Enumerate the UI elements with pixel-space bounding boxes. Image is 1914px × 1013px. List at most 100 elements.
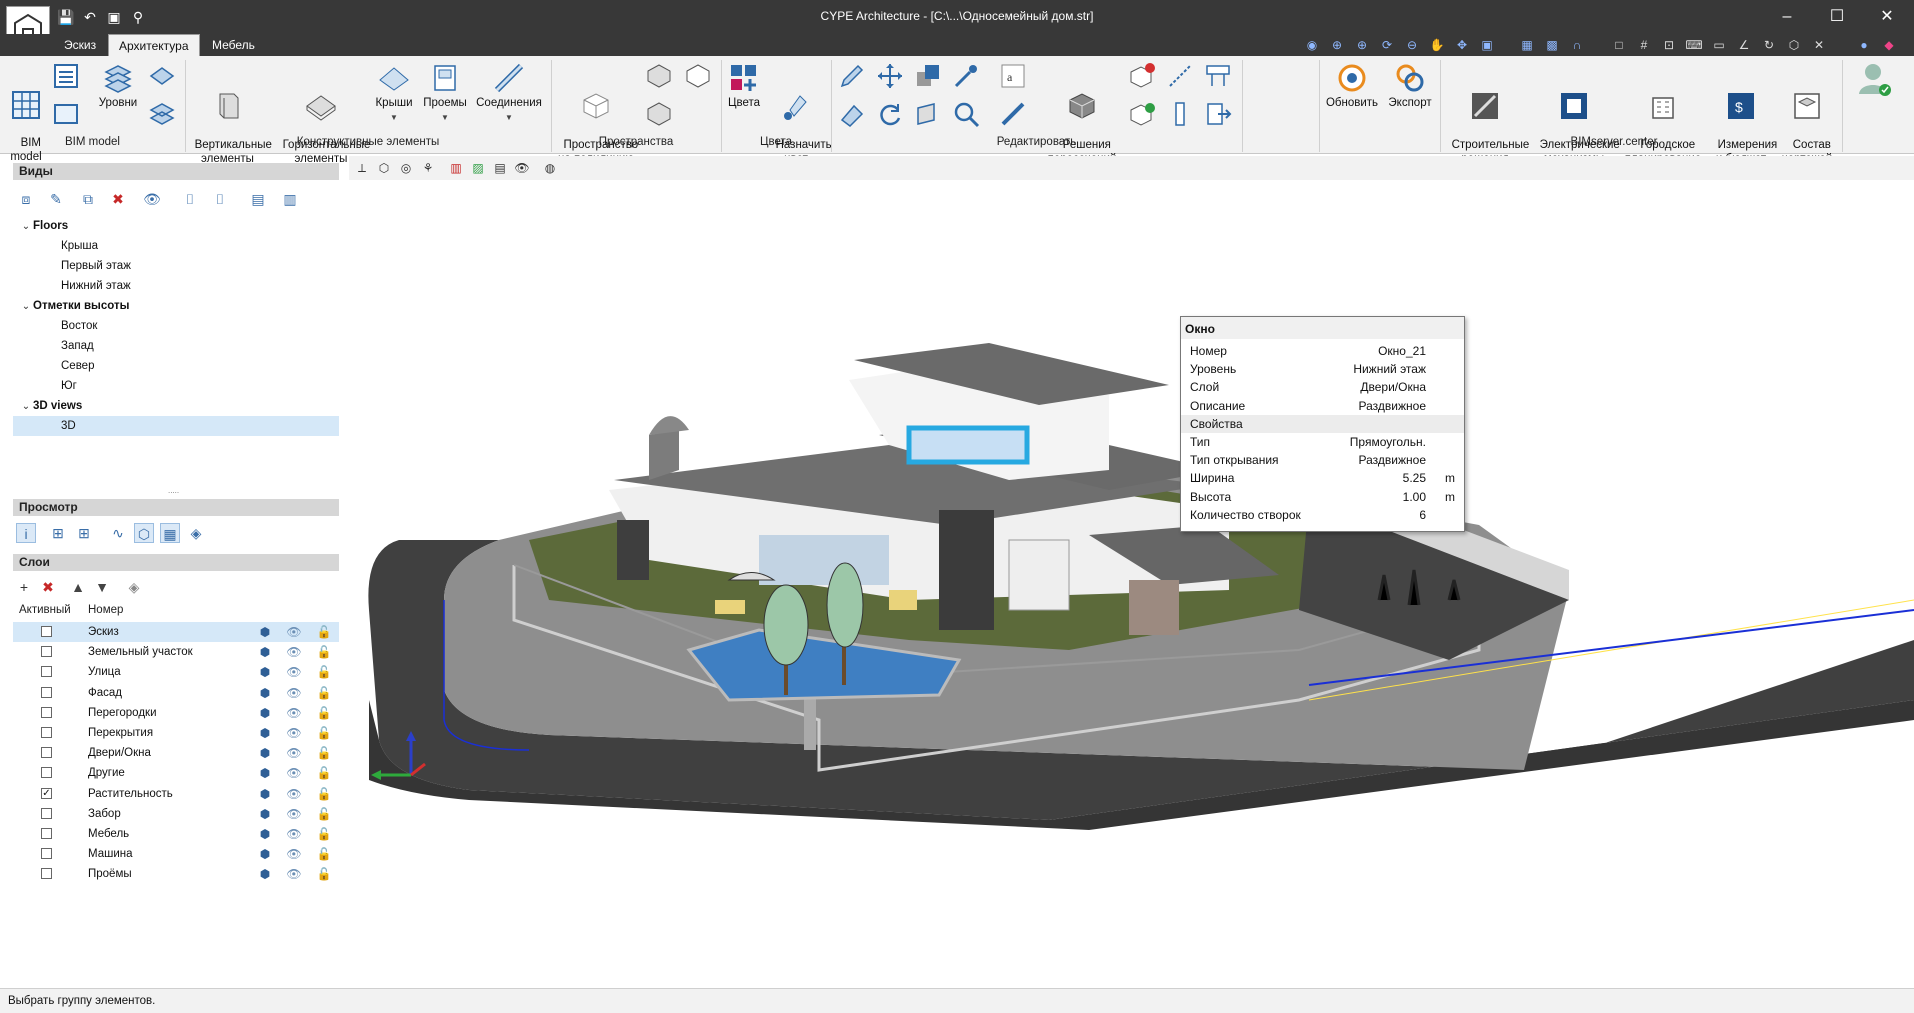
visibility-icon[interactable]: 👁 [513, 159, 531, 177]
tree-item[interactable]: Юг [13, 376, 339, 396]
book-export-icon[interactable]: ▥ [280, 189, 300, 209]
plane-icon[interactable]: ▨ [469, 159, 487, 177]
close-button[interactable]: ✕ [1872, 6, 1902, 28]
eye-icon[interactable]: 👁 [286, 826, 302, 842]
zoom-window-icon[interactable]: ⊕ [1328, 36, 1346, 54]
eyedropper-icon[interactable] [952, 62, 982, 92]
tree-item[interactable]: Восток [13, 316, 339, 336]
lock-icon[interactable]: 🔓 [316, 745, 332, 761]
user-icon[interactable] [1856, 60, 1894, 98]
tree-item[interactable]: Крыша [13, 236, 339, 256]
colors-button[interactable]: Цвета [722, 62, 766, 110]
grid-lines-icon[interactable]: # [1635, 36, 1653, 54]
chevron-down-icon[interactable]: ⌄ [19, 297, 33, 317]
lock-icon[interactable]: 🔓 [316, 705, 332, 721]
magnet-icon[interactable]: ∩ [1568, 36, 1586, 54]
cube-icon[interactable]: ⬢ [257, 624, 273, 640]
eraser-icon[interactable] [838, 100, 868, 130]
move-icon[interactable] [876, 62, 906, 92]
layer-active-checkbox[interactable] [41, 828, 52, 839]
split-view-2-icon[interactable]: ⊞ [74, 523, 94, 543]
db-icon[interactable] [52, 100, 82, 130]
zoom-extents-icon[interactable]: ◉ [1303, 36, 1321, 54]
layer-row[interactable]: Другие ⬢ 👁 🔓 [13, 763, 339, 783]
export-button[interactable]: Экспорт [1382, 62, 1438, 110]
layer-active-checkbox[interactable] [41, 626, 52, 637]
cube-icon[interactable]: ⬢ [257, 664, 273, 680]
section-icon[interactable]: ▥ [447, 159, 465, 177]
maximize-button[interactable]: ☐ [1822, 6, 1852, 28]
copy-view-icon[interactable]: ⧉ [78, 189, 98, 209]
eye-icon[interactable]: 👁 [286, 806, 302, 822]
copy-icon[interactable] [914, 62, 944, 92]
eye-icon[interactable]: 👁 [286, 786, 302, 802]
cube-icon[interactable]: ⬢ [257, 826, 273, 842]
update-button[interactable]: Обновить [1322, 62, 1382, 110]
layer-row[interactable]: Двери/Окна ⬢ 👁 🔓 [13, 743, 339, 763]
angle-icon[interactable]: ∠ [1735, 36, 1753, 54]
orbit-view-icon[interactable]: ◎ [397, 159, 415, 177]
tab-sketch[interactable]: Эскиз [54, 34, 106, 56]
layer-row[interactable]: Фасад ⬢ 👁 🔓 [13, 683, 339, 703]
cube-icon[interactable]: ⬢ [257, 806, 273, 822]
tree-item[interactable]: Север [13, 356, 339, 376]
stretch-icon[interactable] [914, 100, 944, 130]
splitter-grip[interactable]: ..... [168, 486, 179, 495]
add-view-icon[interactable]: ⧈ [16, 189, 36, 209]
layer-active-checkbox[interactable] [41, 727, 52, 738]
cube-icon[interactable]: ⬢ [257, 725, 273, 741]
cube-icon[interactable]: ⬢ [257, 705, 273, 721]
rectangle-icon[interactable]: □ [1610, 36, 1628, 54]
layer-active-checkbox[interactable] [41, 686, 52, 698]
lock-icon[interactable]: 🔓 [316, 846, 332, 862]
lock-icon[interactable]: 🔓 [316, 806, 332, 822]
eye-icon[interactable]: 👁 [286, 725, 302, 741]
exit-icon[interactable] [1204, 100, 1234, 130]
column-icon[interactable] [1166, 100, 1196, 130]
layer-active-checkbox[interactable] [41, 666, 52, 678]
zoom-in-icon[interactable]: ⊕ [1353, 36, 1371, 54]
refresh-view-icon[interactable]: ⟳ [1378, 36, 1396, 54]
eye-icon[interactable]: 👁 [286, 745, 302, 761]
camera-icon[interactable]: ⌷ [180, 189, 200, 209]
delete-layer-icon[interactable]: ✖ [38, 577, 58, 597]
show-view-icon[interactable]: 👁 [142, 189, 162, 209]
eye-icon[interactable]: 👁 [286, 644, 302, 660]
layer-row[interactable]: Перекрытия ⬢ 👁 🔓 [13, 723, 339, 743]
layer-row[interactable]: Перегородки ⬢ 👁 🔓 [13, 703, 339, 723]
tree-group[interactable]: ⌄ Отметки высоты [13, 296, 339, 316]
align-icon[interactable] [1166, 62, 1196, 92]
layer-active-checkbox[interactable] [41, 848, 52, 860]
tab-furniture[interactable]: Мебель [202, 34, 265, 56]
minimize-button[interactable]: – [1772, 6, 1802, 28]
eye-icon[interactable]: 👁 [286, 705, 302, 721]
rotate-icon[interactable] [876, 100, 906, 130]
cube-icon[interactable]: ⬢ [257, 765, 273, 781]
lock-icon[interactable]: 🔓 [316, 826, 332, 842]
delete-view-icon[interactable]: ✖ [108, 189, 128, 209]
walk-icon[interactable]: ⚘ [419, 159, 437, 177]
roofs-button[interactable]: Крыши ▼ [372, 62, 416, 125]
eye-icon[interactable]: 👁 [286, 765, 302, 781]
stack-icon[interactable] [148, 100, 178, 130]
book-icon[interactable]: ◆ [1880, 36, 1898, 54]
floor-icon[interactable] [148, 62, 178, 92]
lock-icon[interactable]: 🔓 [316, 866, 332, 882]
measure-icon[interactable] [999, 100, 1029, 130]
cube-icon[interactable]: ⬢ [257, 745, 273, 761]
zoom-out-icon[interactable]: ⊖ [1403, 36, 1421, 54]
layer-active-checkbox[interactable]: ✓ [41, 787, 52, 799]
space-icon[interactable] [645, 62, 675, 92]
camera-settings-icon[interactable]: ⌷ [210, 189, 230, 209]
cube-icon[interactable]: ⬢ [257, 786, 273, 802]
tree-item[interactable]: Запад [13, 336, 339, 356]
pan-icon[interactable]: ✋ [1428, 36, 1446, 54]
shape-icon[interactable]: ⬡ [1785, 36, 1803, 54]
eye-icon[interactable]: 👁 [286, 664, 302, 680]
eye-icon[interactable]: 👁 [286, 846, 302, 862]
list-icon[interactable] [52, 62, 82, 92]
tree-item[interactable]: 3D [13, 416, 339, 436]
ruler-icon[interactable]: ▭ [1710, 36, 1728, 54]
add-layer-icon[interactable]: + [14, 577, 34, 597]
lock-icon[interactable]: 🔓 [316, 725, 332, 741]
